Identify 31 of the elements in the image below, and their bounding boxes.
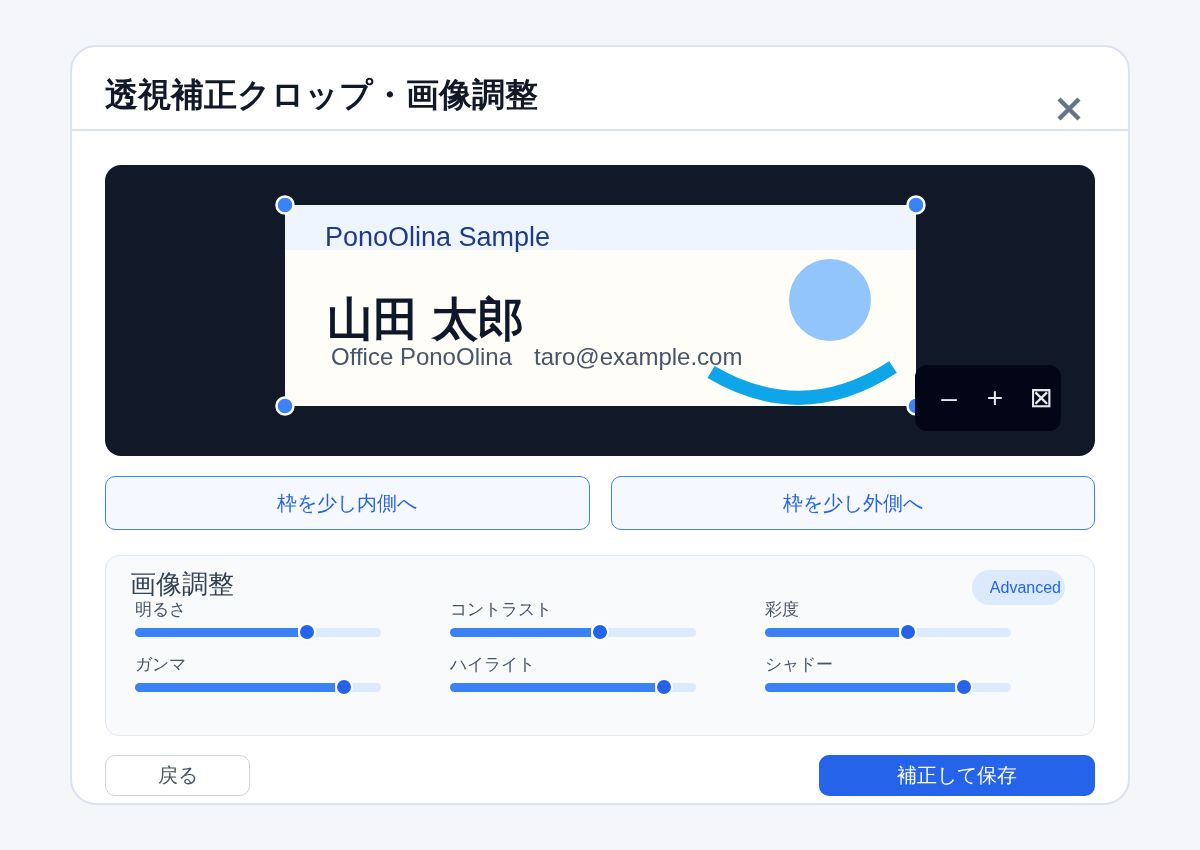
card-name-text: 山田 太郎 [327,294,524,344]
close-icon [1056,96,1082,122]
slider-label: シャドー [765,656,833,674]
slider-thumb[interactable] [898,623,917,641]
card-brand-text: PonoOlina Sample [325,222,551,252]
slider-label: ガンマ [135,656,186,674]
slider-label: ハイライト [450,656,535,674]
slider-thumb[interactable] [955,678,974,696]
crop-handle-icon[interactable] [275,195,295,215]
close-button[interactable] [1056,96,1082,122]
dialog-title: 透視補正クロップ・画像調整 [105,75,538,115]
zoom-out-button[interactable]: – [929,376,969,420]
slider-label: コントラスト [450,601,552,619]
slider-thumb[interactable] [298,623,317,641]
card-email-text: taro@example.com [534,344,743,370]
advanced-button[interactable]: Advanced [971,570,1065,605]
card-company-text: Office PonoOlina [331,344,512,370]
panel-title: 画像調整 [130,569,234,599]
slider-thumb[interactable] [655,678,673,696]
shrink-frame-button[interactable]: 枠を少し内側へ [105,476,590,530]
fit-view-button[interactable]: ⊠ [1021,376,1061,420]
slider-thumb[interactable] [591,623,610,641]
slider-label: 明るさ [135,601,186,619]
crop-handle-icon[interactable] [275,396,295,416]
zoom-in-button[interactable]: + [975,376,1015,420]
slider-thumb[interactable] [335,678,354,696]
save-button[interactable]: 補正して保存 [819,755,1095,796]
back-button[interactable]: 戻る [105,755,250,796]
expand-frame-button[interactable]: 枠を少し外側へ [610,476,1095,530]
crop-handle-icon[interactable] [906,195,926,215]
slider-label: 彩度 [765,601,799,619]
